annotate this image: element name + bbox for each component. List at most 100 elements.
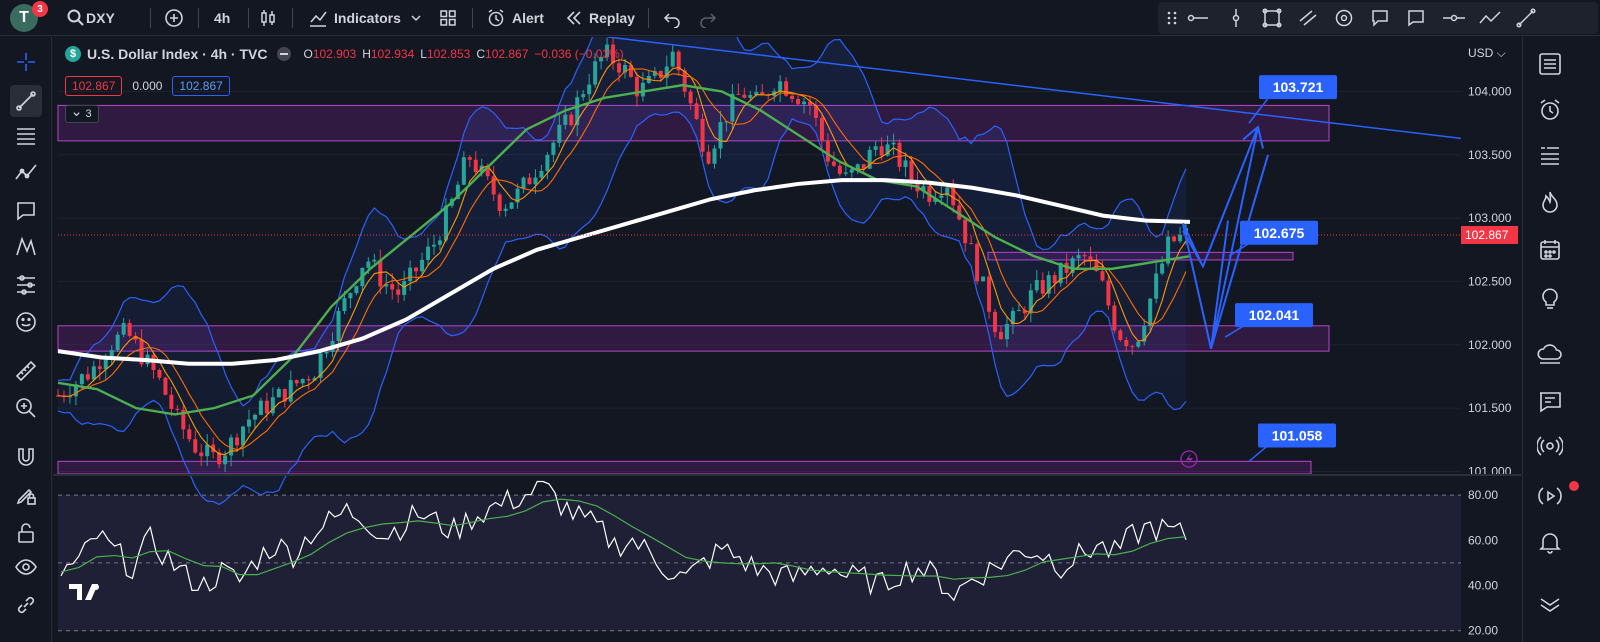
candle-body <box>426 246 431 260</box>
candle-body <box>288 380 293 402</box>
xabcd-pattern-icon[interactable] <box>14 235 38 259</box>
alerts-clock-icon[interactable] <box>1537 97 1563 123</box>
candle-body <box>91 366 96 380</box>
replay-button[interactable]: Replay <box>589 0 635 36</box>
price-tick-label: 103.000 <box>1468 211 1512 225</box>
candle-body <box>163 377 168 395</box>
candle-body <box>1040 280 1045 294</box>
candle-body <box>712 148 717 164</box>
separator <box>198 8 199 28</box>
separator <box>648 8 649 28</box>
drawing-toolbar <box>1158 2 1598 34</box>
candle-body <box>127 323 132 336</box>
replay-icon[interactable] <box>564 8 584 28</box>
undo-icon[interactable] <box>662 8 682 29</box>
candle-body <box>837 165 842 174</box>
candle-body <box>1082 255 1087 257</box>
candle-body <box>85 374 90 380</box>
compare-add-icon[interactable] <box>164 8 184 28</box>
broadcast-icon[interactable] <box>1536 433 1564 459</box>
path-icon[interactable] <box>1478 8 1502 28</box>
candle-body <box>557 124 562 143</box>
candle-body <box>998 331 1003 340</box>
search-icon[interactable] <box>66 8 86 28</box>
candle-body <box>252 414 257 420</box>
lock-icon[interactable] <box>14 521 38 545</box>
prediction-icon[interactable] <box>14 273 38 297</box>
fib-retracement-icon[interactable] <box>14 124 38 148</box>
rectangle-icon[interactable] <box>1262 8 1282 28</box>
price-line-icon[interactable] <box>1442 8 1466 28</box>
price-tick-label: 103.500 <box>1468 148 1512 162</box>
brush-pattern-icon[interactable] <box>14 161 38 185</box>
separator <box>150 8 151 28</box>
callout-label: 102.675 <box>1254 225 1305 241</box>
candle-body <box>897 142 902 168</box>
crosshair-icon[interactable] <box>14 50 38 74</box>
candle-body <box>97 366 102 370</box>
candle-body <box>539 170 544 178</box>
calendar-icon[interactable] <box>1537 237 1563 263</box>
notification-badge: 3 <box>32 1 48 17</box>
ideas-lightbulb-icon[interactable] <box>1537 285 1563 311</box>
annotation-icon[interactable] <box>14 199 38 223</box>
candle-body <box>1148 298 1153 326</box>
trend-line-icon[interactable] <box>1516 8 1536 28</box>
candle-body <box>790 95 795 99</box>
streams-icon[interactable] <box>1537 341 1563 367</box>
interval-button[interactable]: 4h <box>214 0 230 36</box>
lock-pencil-icon[interactable] <box>14 483 38 507</box>
alarm-clock-icon[interactable] <box>486 8 506 28</box>
rsi-tick-label: 80.00 <box>1468 488 1498 502</box>
candle-body <box>718 121 723 149</box>
candle-body <box>1034 280 1039 291</box>
candle-body <box>1112 305 1117 331</box>
indicators-button[interactable]: Indicators <box>334 0 401 36</box>
horizontal-ray-icon[interactable] <box>1186 8 1210 28</box>
separator <box>472 8 473 28</box>
bid-price[interactable]: 102.867 <box>65 76 123 96</box>
circle-target-icon[interactable] <box>1334 8 1354 28</box>
ruler-icon[interactable] <box>14 359 38 383</box>
magnet-icon[interactable] <box>14 445 38 469</box>
callout-label: 101.058 <box>1272 427 1323 443</box>
callout-icon[interactable] <box>1370 8 1390 28</box>
candle-body <box>509 202 514 209</box>
left-drawing-toolbar <box>0 37 52 642</box>
symbol-search[interactable]: DXY <box>86 0 115 36</box>
chat-icon[interactable] <box>1537 389 1563 415</box>
watchlist-icon[interactable] <box>1537 51 1563 77</box>
layouts-icon[interactable] <box>438 8 458 28</box>
alert-button[interactable]: Alert <box>512 0 544 36</box>
chart-area[interactable]: 103.721 102.675 102.041 101.058 USD ⌵ 104.00… <box>53 37 1521 642</box>
zoom-in-icon[interactable] <box>14 396 38 420</box>
drag-handle-icon[interactable] <box>1162 8 1182 28</box>
ask-price[interactable]: 102.867 <box>172 76 230 96</box>
emoji-icon[interactable] <box>14 310 38 334</box>
candle-body <box>276 388 281 398</box>
candle-body <box>300 379 305 384</box>
bell-icon[interactable] <box>1537 529 1563 555</box>
parallel-channel-icon[interactable] <box>1298 8 1318 28</box>
hide-legend-icon[interactable] <box>277 47 292 61</box>
double-chevron-icon[interactable] <box>1537 589 1563 615</box>
chevron-down-icon[interactable] <box>408 10 424 26</box>
redo-icon[interactable] <box>698 8 718 29</box>
link-icon[interactable] <box>14 593 38 617</box>
candle-body <box>873 146 878 150</box>
eye-icon[interactable] <box>14 555 38 579</box>
hotlist-fire-icon[interactable] <box>1537 189 1563 215</box>
vertical-line-icon[interactable] <box>1226 8 1246 28</box>
symbol-title[interactable]: U.S. Dollar Index · 4h · TVC <box>87 46 267 62</box>
candle-body <box>670 51 675 67</box>
trend-line-tool-icon[interactable] <box>10 85 42 117</box>
candle-body <box>467 157 472 160</box>
candle-type-icon[interactable] <box>258 8 278 28</box>
replay-play-icon[interactable] <box>1537 481 1579 509</box>
indicators-toggle[interactable]: 3 <box>65 105 99 123</box>
news-list-icon[interactable] <box>1537 143 1563 169</box>
price-chart-svg[interactable]: 103.721 102.675 102.041 101.058 USD ⌵ 104.00… <box>53 37 1521 642</box>
indicators-icon[interactable] <box>308 8 328 28</box>
comment-icon[interactable] <box>1406 8 1426 28</box>
candle-body <box>437 240 442 245</box>
